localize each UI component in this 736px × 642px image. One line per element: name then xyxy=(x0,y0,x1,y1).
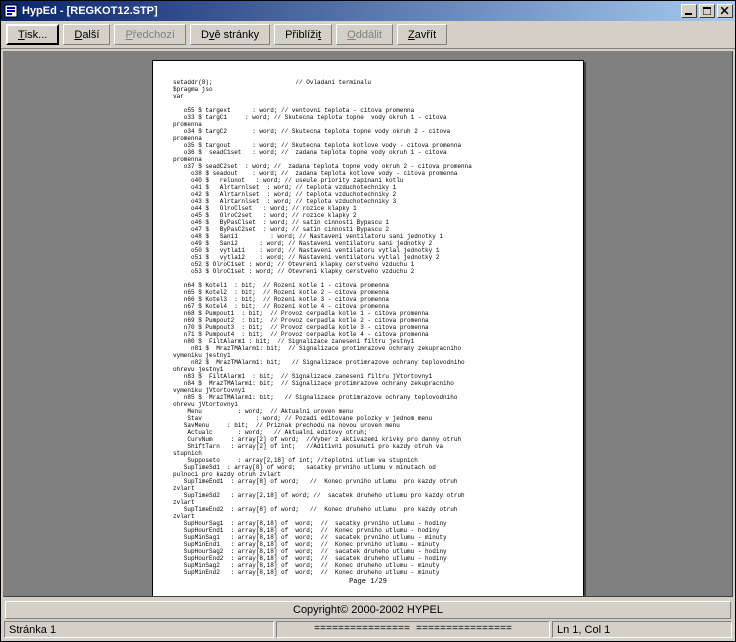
app-icon xyxy=(3,3,19,19)
zoom-in-button[interactable]: Přiblížit xyxy=(274,24,332,45)
app-window: HypEd - [REGKOT12.STP] Tisk... Další Pře… xyxy=(0,0,736,642)
status-separator: ================ ================ xyxy=(276,621,550,638)
status-bar: Stránka 1 ================ =============… xyxy=(1,621,735,641)
status-position: Ln 1, Col 1 xyxy=(552,621,732,638)
close-button[interactable] xyxy=(717,4,733,18)
next-button[interactable]: Další xyxy=(63,24,110,45)
two-pages-button[interactable]: Dvě stránky xyxy=(190,24,270,45)
titlebar[interactable]: HypEd - [REGKOT12.STP] xyxy=(1,1,735,21)
preview-page: setaddr(8); // Ovladani terminalu $pragm… xyxy=(152,60,584,597)
print-button[interactable]: Tisk... xyxy=(6,24,59,45)
minimize-button[interactable] xyxy=(681,4,697,18)
toolbar: Tisk... Další Předchozí Dvě stránky Přib… xyxy=(1,21,735,49)
preview-viewport[interactable]: setaddr(8); // Ovladani terminalu $pragm… xyxy=(3,51,733,597)
status-page: Stránka 1 xyxy=(4,621,274,638)
maximize-button[interactable] xyxy=(699,4,715,18)
code-content: setaddr(8); // Ovladani terminalu $pragm… xyxy=(173,79,563,576)
zoom-out-button[interactable]: Oddálit xyxy=(336,24,393,45)
page-indicator: Page 1/29 xyxy=(173,578,563,586)
window-title: HypEd - [REGKOT12.STP] xyxy=(22,5,679,17)
close-preview-button[interactable]: Zavřít xyxy=(397,24,447,45)
copyright-bar: Copyright© 2000-2002 HYPEL xyxy=(5,601,731,619)
previous-button[interactable]: Předchozí xyxy=(114,24,186,45)
